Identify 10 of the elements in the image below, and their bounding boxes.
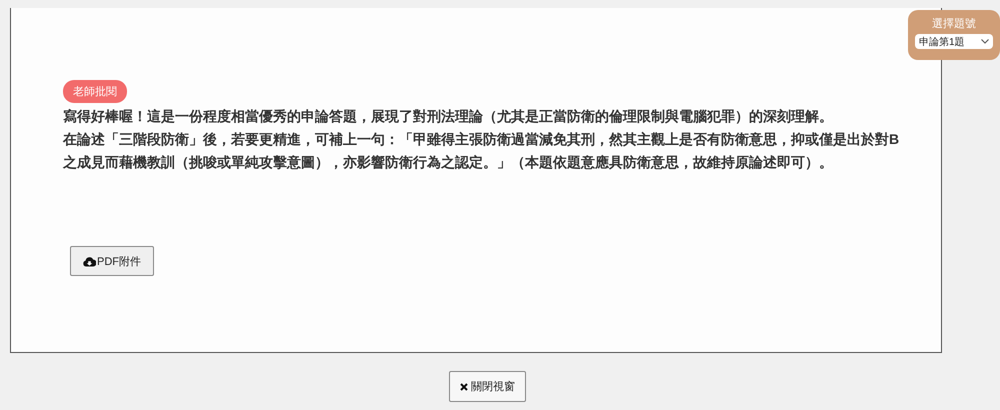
close-window-button[interactable]: 關閉視窗: [449, 371, 526, 402]
chevron-down-icon: [981, 39, 989, 44]
review-comment: 在論述「三階段防衛」後，若要更精進，可補上一句：「甲雖得主張防衛過當減免其刑，然其主觀上是否有防衛意思，抑或僅是出於對B之成見而藉機教訓（挑唆或單純攻擊意圖），亦影響防衛行為之認定。」（本題依題意應具防衛意思，故維持原論述即可）。: [63, 130, 900, 172]
review-comment: 寫得好棒喔！這是一份程度相當優秀的申論答題，展現了對刑法理論（尤其是正當防衛的倫理限制與電腦犯罪）的深刻理解。: [63, 107, 834, 126]
pdf-attachment-button[interactable]: PDF附件: [70, 246, 154, 276]
question-select[interactable]: 申論第1題: [915, 34, 993, 49]
review-badge: 老師批閱: [63, 80, 127, 103]
close-icon: [460, 382, 468, 390]
cloud-download-icon: [83, 256, 96, 266]
picker-title: 選擇題號: [932, 17, 976, 31]
